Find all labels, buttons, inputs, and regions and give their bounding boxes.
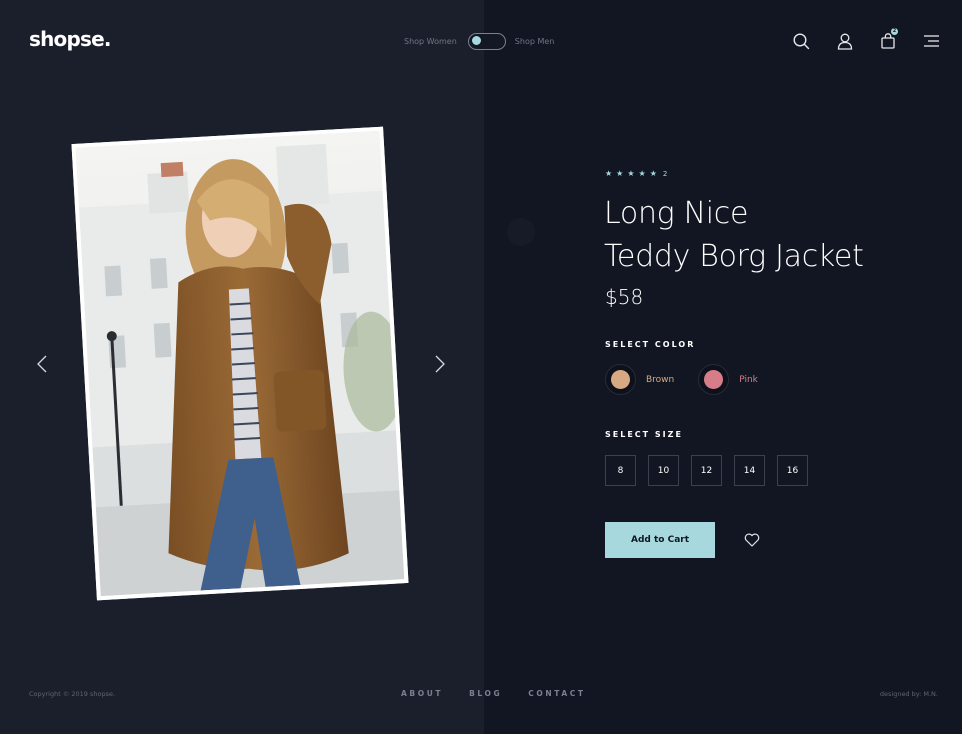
size-option-14[interactable]: 14 xyxy=(734,455,765,486)
size-option-10[interactable]: 10 xyxy=(648,455,679,486)
star-icon: ★ xyxy=(605,169,613,178)
size-option-16[interactable]: 16 xyxy=(777,455,808,486)
color-option-pink[interactable]: Pink xyxy=(698,364,758,395)
next-image-arrow[interactable] xyxy=(432,353,448,375)
star-icon: ★ xyxy=(616,169,624,178)
designed-by-text: designed by: M.N. xyxy=(879,690,938,698)
color-swatches: Brown Pink xyxy=(605,364,758,395)
gender-toggle[interactable] xyxy=(467,32,506,50)
select-color-label: SELECT COLOR xyxy=(605,340,696,349)
size-option-12[interactable]: 12 xyxy=(691,455,722,486)
rating-stars[interactable]: ★ ★ ★ ★ ★ 2 xyxy=(605,169,667,179)
cart-count-badge: 2 xyxy=(891,28,898,35)
star-icon: ★ xyxy=(627,169,635,178)
color-option-brown[interactable]: Brown xyxy=(605,364,674,395)
shop-men-label[interactable]: Shop Men xyxy=(515,37,555,46)
search-icon[interactable] xyxy=(791,31,811,51)
product-title-line2: Teddy Borg Jacket xyxy=(604,239,864,274)
swatch-ring xyxy=(605,364,636,395)
swatch-ring xyxy=(698,364,730,395)
menu-icon[interactable] xyxy=(921,31,941,51)
size-option-8[interactable]: 8 xyxy=(605,455,636,486)
size-options: 8 10 12 14 16 xyxy=(605,455,808,486)
heart-icon[interactable] xyxy=(743,531,761,549)
user-icon[interactable] xyxy=(835,31,855,51)
color-name-pink: Pink xyxy=(739,374,758,385)
star-icon: ★ xyxy=(649,169,657,178)
add-to-cart-button[interactable]: Add to Cart xyxy=(605,522,715,558)
footer-link-blog[interactable]: BLOG xyxy=(469,689,502,698)
product-title: Long Nice Teddy Borg Jacket xyxy=(604,192,944,278)
select-size-label: SELECT SIZE xyxy=(605,430,683,439)
footer-nav: ABOUT BLOG CONTACT xyxy=(401,689,586,698)
gender-toggle-group: Shop Women Shop Men xyxy=(404,32,554,50)
rating-count: 2 xyxy=(662,170,668,178)
logo[interactable]: shopse. xyxy=(29,27,111,51)
product-title-line1: Long Nice xyxy=(604,196,749,231)
footer-link-contact[interactable]: CONTACT xyxy=(528,689,585,698)
color-name-brown: Brown xyxy=(646,374,675,385)
footer-link-about[interactable]: ABOUT xyxy=(401,689,443,698)
shop-women-label[interactable]: Shop Women xyxy=(404,37,457,46)
copyright-text: Copyright © 2019 shopse. xyxy=(29,690,116,698)
swatch-dot-brown xyxy=(611,370,630,389)
star-icon: ★ xyxy=(638,169,646,178)
cart-icon[interactable]: 2 xyxy=(878,28,898,51)
decorative-dot xyxy=(507,218,535,246)
swatch-dot-pink xyxy=(704,370,724,389)
prev-image-arrow[interactable] xyxy=(34,353,50,375)
product-price: $58 xyxy=(605,285,644,309)
product-image xyxy=(71,126,409,601)
toggle-knob xyxy=(471,36,481,45)
